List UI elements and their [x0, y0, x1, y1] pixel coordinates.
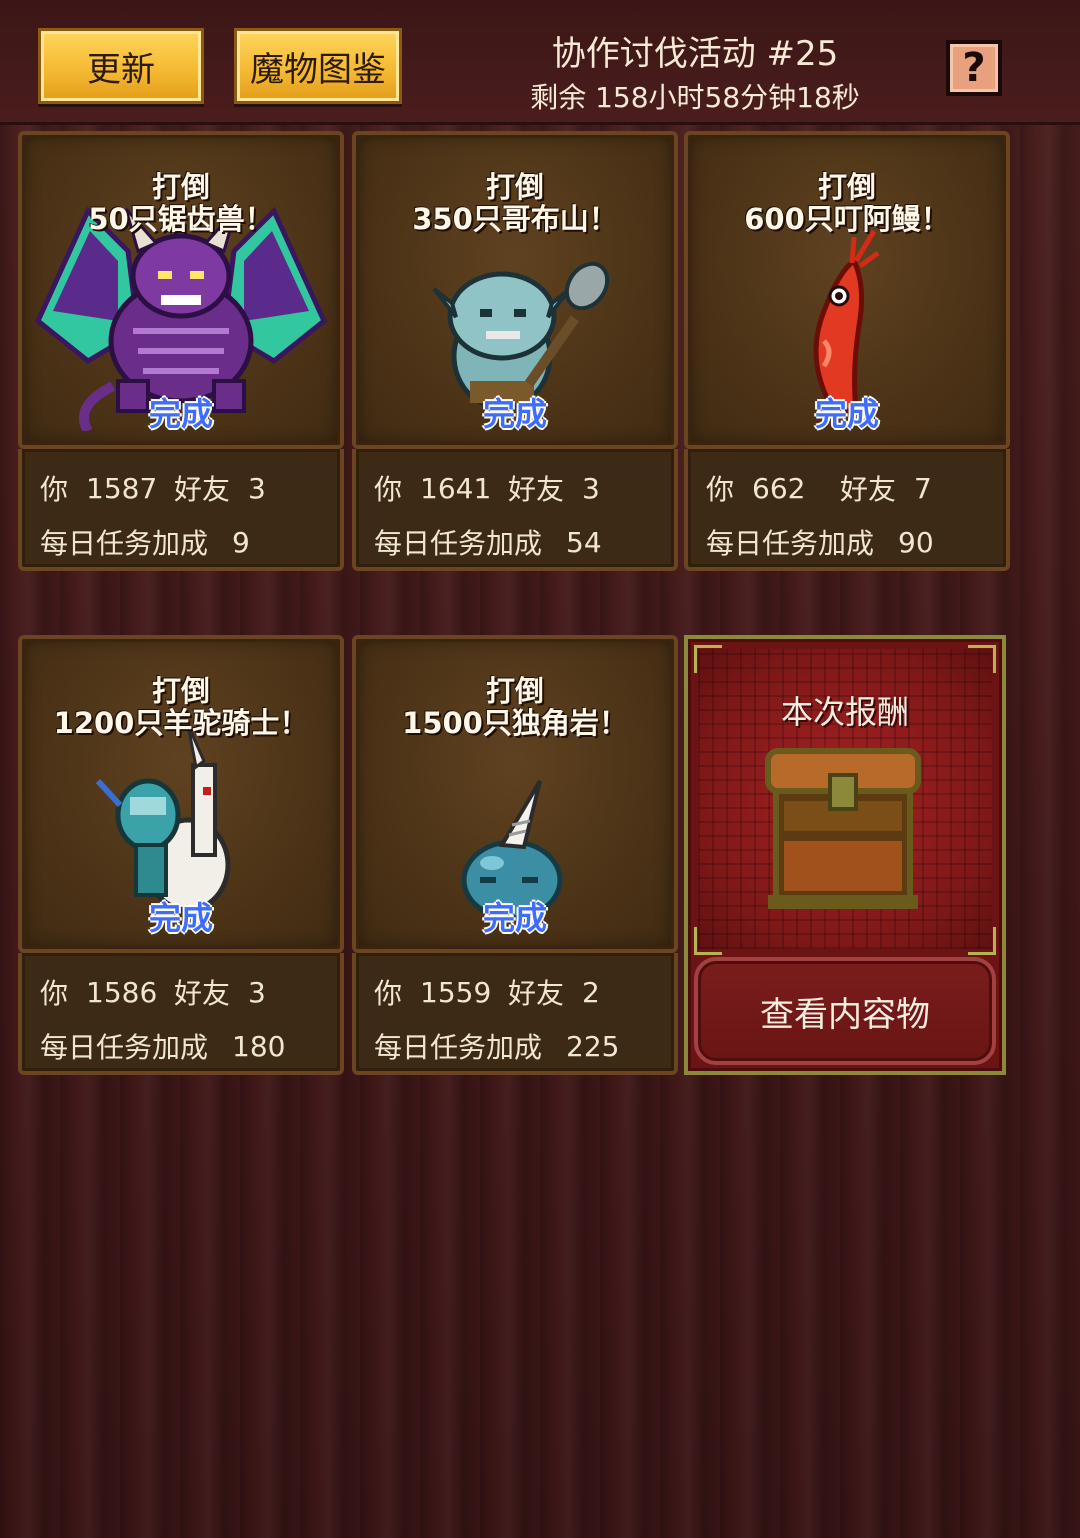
quest-task-target: 1500只独角岩！	[402, 706, 628, 740]
quest-task-target: 1200只羊驼骑士！	[53, 706, 309, 740]
quest-card[interactable]: 打倒 350只哥布山！ 完成 你 1641 好友 3 每日任务加成 54	[352, 131, 678, 571]
you-count: 1641	[420, 471, 492, 505]
friends-label: 好友	[840, 473, 897, 506]
quest-task: 打倒 1200只羊驼骑士！	[18, 675, 344, 739]
quest-task-verb: 打倒	[151, 674, 210, 708]
bestiary-button[interactable]: 魔物图鉴	[234, 28, 402, 104]
quest-task: 打倒 600只叮阿鳗！	[684, 171, 1010, 235]
friends-label: 好友	[174, 473, 231, 506]
daily-bonus-label: 每日任务加成	[374, 527, 543, 560]
quest-status: 完成	[814, 395, 879, 433]
help-button[interactable]: ?	[946, 40, 1002, 96]
quest-task-verb: 打倒	[485, 674, 544, 708]
friends-count: 7	[914, 471, 932, 505]
you-label: 你	[374, 473, 403, 506]
daily-bonus-value: 9	[232, 525, 250, 559]
daily-bonus-label: 每日任务加成	[374, 1031, 543, 1064]
corner-ornament	[694, 645, 722, 673]
daily-bonus-label: 每日任务加成	[40, 1031, 209, 1064]
quest-task-target: 350只哥布山！	[412, 202, 618, 236]
treasure-chest-icon	[765, 748, 921, 909]
event-title: 协作讨伐活动 #25	[551, 34, 839, 74]
friends-count: 3	[248, 471, 266, 505]
quest-task-verb: 打倒	[485, 170, 544, 204]
daily-bonus-value: 180	[232, 1029, 286, 1063]
quest-status: 完成	[482, 395, 547, 433]
view-contents-button[interactable]: 查看内容物	[694, 957, 996, 1065]
friends-count: 3	[248, 975, 266, 1009]
quest-task-target: 50只锯齿兽！	[88, 202, 274, 236]
quest-task-target: 600只叮阿鳗！	[744, 202, 950, 236]
quest-info: 你 1641 好友 3 每日任务加成 54	[352, 449, 678, 571]
quest-info: 你 1586 好友 3 每日任务加成 180	[18, 953, 344, 1075]
reward-panel: 本次报酬 查看内容物	[684, 635, 1006, 1075]
reward-title: 本次报酬	[780, 693, 909, 731]
quest-task: 打倒 350只哥布山！	[352, 171, 678, 235]
you-label: 你	[40, 473, 69, 506]
quest-status: 完成	[148, 899, 213, 937]
friends-count: 2	[582, 975, 600, 1009]
you-count: 662	[752, 471, 806, 505]
you-label: 你	[706, 473, 735, 506]
friends-label: 好友	[508, 977, 565, 1010]
daily-bonus-value: 225	[566, 1029, 620, 1063]
quest-task-verb: 打倒	[151, 170, 210, 204]
quest-info: 你 1587 好友 3 每日任务加成 9	[18, 449, 344, 571]
refresh-button[interactable]: 更新	[38, 28, 204, 104]
friends-label: 好友	[508, 473, 565, 506]
question-icon: ?	[962, 45, 986, 91]
friends-label: 好友	[174, 977, 231, 1010]
quest-card[interactable]: 打倒 600只叮阿鳗！ 完成 你 662 好友 7 每日任务加成 90	[684, 131, 1010, 571]
header: 更新 魔物图鉴 协作讨伐活动 #25 剩余 158小时58分钟18秒 ?	[0, 0, 1080, 125]
daily-bonus-value: 54	[566, 525, 602, 559]
daily-bonus-label: 每日任务加成	[706, 527, 875, 560]
you-count: 1587	[86, 471, 158, 505]
daily-bonus-label: 每日任务加成	[40, 527, 209, 560]
you-label: 你	[374, 977, 403, 1010]
quest-status: 完成	[482, 899, 547, 937]
event-timer: 剩余 158小时58分钟18秒	[530, 81, 860, 114]
quest-task: 打倒 50只锯齿兽！	[18, 171, 344, 235]
quest-card[interactable]: 打倒 50只锯齿兽！ 完成 你 1587 好友 3 每日任务加成 9	[18, 131, 344, 571]
friends-count: 3	[582, 471, 600, 505]
you-label: 你	[40, 977, 69, 1010]
quest-status: 完成	[148, 395, 213, 433]
quest-task: 打倒 1500只独角岩！	[352, 675, 678, 739]
quest-card[interactable]: 打倒 1500只独角岩！ 完成 你 1559 好友 2 每日任务加成 225	[352, 635, 678, 1075]
you-count: 1559	[420, 975, 492, 1009]
corner-ornament	[968, 645, 996, 673]
quest-card[interactable]: 打倒 1200只羊驼骑士！ 完成 你 1586 好友 3 每日任务加成 180	[18, 635, 344, 1075]
quest-task-verb: 打倒	[817, 170, 876, 204]
corner-ornament	[694, 927, 722, 955]
you-count: 1586	[86, 975, 158, 1009]
quest-info: 你 1559 好友 2 每日任务加成 225	[352, 953, 678, 1075]
quest-info: 你 662 好友 7 每日任务加成 90	[684, 449, 1010, 571]
daily-bonus-value: 90	[898, 525, 934, 559]
corner-ornament	[968, 927, 996, 955]
